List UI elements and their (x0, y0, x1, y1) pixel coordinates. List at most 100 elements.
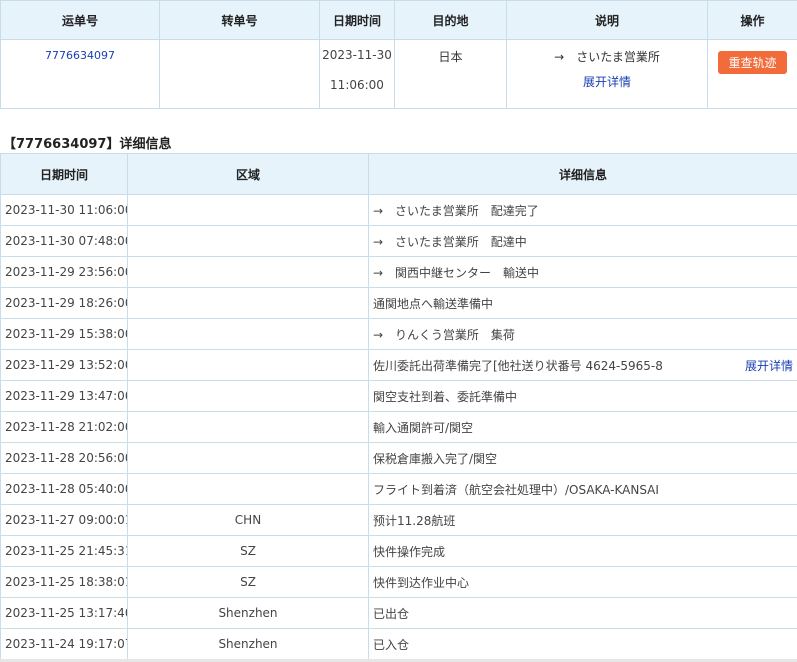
col-header-description: 说明 (506, 0, 708, 40)
detail-header-row: 日期时间 区域 详细信息 (0, 153, 797, 195)
row-area (127, 411, 369, 443)
row-info-cell: 快件到达作业中心 (368, 566, 797, 598)
row-info-cell: 已入仓 (368, 628, 797, 660)
table-row: 2023-11-29 23:56:00 → 関西中継センター 輸送中 (0, 256, 797, 288)
row-info: フライト到着済（航空会社処理中）/OSAKA-KANSAI (373, 482, 659, 497)
row-info-wrap: 輸入通関許可/関空 (373, 419, 793, 436)
row-area (127, 287, 369, 319)
row-datetime: 2023-11-28 21:02:00 (0, 411, 128, 443)
row-info-cell: 快件操作完成 (368, 535, 797, 567)
col-header-datetime: 日期时间 (319, 0, 395, 40)
table-row: 2023-11-28 21:02:00 輸入通関許可/関空 (0, 411, 797, 443)
col-header-transfer: 转单号 (159, 0, 320, 40)
row-info-wrap: 関空支社到着、委託準備中 (373, 388, 793, 405)
row-info-cell: フライト到着済（航空会社処理中）/OSAKA-KANSAI (368, 473, 797, 505)
row-datetime: 2023-11-30 07:48:00 (0, 225, 128, 257)
row-info-wrap: 已出仓 (373, 605, 793, 622)
row-info-cell: 保税倉庫搬入完了/関空 (368, 442, 797, 474)
row-info-wrap: → 関西中継センター 輸送中 (373, 264, 793, 281)
description-cell: → さいたま営業所 展开详情 (506, 39, 708, 109)
row-area (127, 225, 369, 257)
row-datetime: 2023-11-25 18:38:01 (0, 566, 128, 598)
row-info: 快件到达作业中心 (373, 575, 470, 590)
row-info: 预计11.28航班 (373, 513, 456, 528)
row-datetime: 2023-11-28 20:56:00 (0, 442, 128, 474)
row-info: 通関地点へ輸送準備中 (373, 296, 494, 311)
row-area: Shenzhen (127, 597, 369, 629)
row-expand-details-link[interactable]: 展开详情 (745, 357, 793, 374)
table-row: 2023-11-28 20:56:00 保税倉庫搬入完了/関空 (0, 442, 797, 474)
row-info: → さいたま営業所 配達中 (373, 234, 527, 249)
row-info: 已入仓 (373, 637, 410, 652)
retrack-button[interactable]: 重查轨迹 (718, 51, 787, 74)
row-info-cell: 輸入通関許可/関空 (368, 411, 797, 443)
row-info-cell: 已出仓 (368, 597, 797, 629)
row-info-cell: 预计11.28航班 (368, 504, 797, 536)
action-cell: 重查轨迹 (707, 39, 797, 109)
table-row: 2023-11-30 07:48:00 → さいたま営業所 配達中 (0, 225, 797, 257)
col-header-info: 详细信息 (368, 153, 797, 195)
table-row: 2023-11-24 19:17:07 Shenzhen 已入仓 (0, 628, 797, 660)
col-header-waybill: 运单号 (0, 0, 160, 40)
row-area (127, 318, 369, 350)
summary-row: 7776634097 2023-11-30 11:06:00 日本 → さいたま… (0, 39, 797, 109)
expand-details-link[interactable]: 展开详情 (507, 65, 707, 90)
detail-rows: 2023-11-30 11:06:00 → さいたま営業所 配達完了 2023-11… (0, 194, 797, 660)
datetime-cell: 2023-11-30 11:06:00 (319, 39, 395, 109)
row-info-wrap: 已入仓 (373, 636, 793, 653)
row-area (127, 194, 369, 226)
row-info: 輸入通関許可/関空 (373, 420, 474, 435)
row-info-cell: → りんくう営業所 集荷 (368, 318, 797, 350)
row-info-wrap: 通関地点へ輸送準備中 (373, 295, 793, 312)
row-area (127, 349, 369, 381)
table-row: 2023-11-30 11:06:00 → さいたま営業所 配達完了 (0, 194, 797, 226)
row-datetime: 2023-11-28 05:40:00 (0, 473, 128, 505)
row-info: 保税倉庫搬入完了/関空 (373, 451, 498, 466)
table-row: 2023-11-27 09:00:01 CHN 预计11.28航班 (0, 504, 797, 536)
row-info-wrap: → りんくう営業所 集荷 (373, 326, 793, 343)
row-info: 快件操作完成 (373, 544, 446, 559)
row-datetime: 2023-11-29 13:52:00 (0, 349, 128, 381)
row-datetime: 2023-11-29 18:26:00 (0, 287, 128, 319)
row-datetime: 2023-11-25 21:45:31 (0, 535, 128, 567)
row-info-wrap: 快件操作完成 (373, 543, 793, 560)
row-info-cell: → さいたま営業所 配達中 (368, 225, 797, 257)
table-row: 2023-11-25 18:38:01 SZ 快件到达作业中心 (0, 566, 797, 598)
col-header-destination: 目的地 (394, 0, 507, 40)
row-info-cell: 関空支社到着、委託準備中 (368, 380, 797, 412)
row-info: → 関西中継センター 輸送中 (373, 265, 540, 280)
destination-cell: 日本 (394, 39, 507, 109)
row-datetime: 2023-11-25 13:17:40 (0, 597, 128, 629)
col-header-action: 操作 (707, 0, 797, 40)
table-row: 2023-11-29 13:52:00 佐川委託出荷準備完了[他社送り状番号 46… (0, 349, 797, 381)
detail-table: 日期时间 区域 详细信息 2023-11-30 11:06:00 → さいたま営業… (0, 153, 797, 660)
row-area: SZ (127, 566, 369, 598)
row-area: Shenzhen (127, 628, 369, 660)
row-info-wrap: 预计11.28航班 (373, 512, 793, 529)
summary-table: 运单号 转单号 日期时间 目的地 说明 操作 7776634097 2023-1… (0, 0, 797, 109)
summary-header-row: 运单号 转单号 日期时间 目的地 说明 操作 (0, 0, 797, 40)
description-text: → さいたま営業所 (554, 50, 660, 64)
row-info-cell: 佐川委託出荷準備完了[他社送り状番号 4624-5965-8 展开详情 (368, 349, 797, 381)
row-datetime: 2023-11-27 09:00:01 (0, 504, 128, 536)
waybill-link[interactable]: 7776634097 (1, 40, 159, 62)
row-info-cell: → 関西中継センター 輸送中 (368, 256, 797, 288)
row-info: 関空支社到着、委託準備中 (373, 389, 518, 404)
table-row: 2023-11-25 13:17:40 Shenzhen 已出仓 (0, 597, 797, 629)
row-info-wrap: 保税倉庫搬入完了/関空 (373, 450, 793, 467)
row-info: → さいたま営業所 配達完了 (373, 203, 539, 218)
row-info-wrap: 快件到达作业中心 (373, 574, 793, 591)
row-area (127, 380, 369, 412)
row-datetime: 2023-11-24 19:17:07 (0, 628, 128, 660)
col-header-area: 区域 (127, 153, 369, 195)
table-row: 2023-11-29 15:38:00 → りんくう営業所 集荷 (0, 318, 797, 350)
table-row: 2023-11-29 13:47:00 関空支社到着、委託準備中 (0, 380, 797, 412)
row-info-cell: 通関地点へ輸送準備中 (368, 287, 797, 319)
row-area: CHN (127, 504, 369, 536)
row-area: SZ (127, 535, 369, 567)
row-info-wrap: フライト到着済（航空会社処理中）/OSAKA-KANSAI (373, 481, 793, 498)
row-info: 已出仓 (373, 606, 410, 621)
row-info-cell: → さいたま営業所 配達完了 (368, 194, 797, 226)
row-area (127, 256, 369, 288)
waybill-cell: 7776634097 (0, 39, 160, 109)
